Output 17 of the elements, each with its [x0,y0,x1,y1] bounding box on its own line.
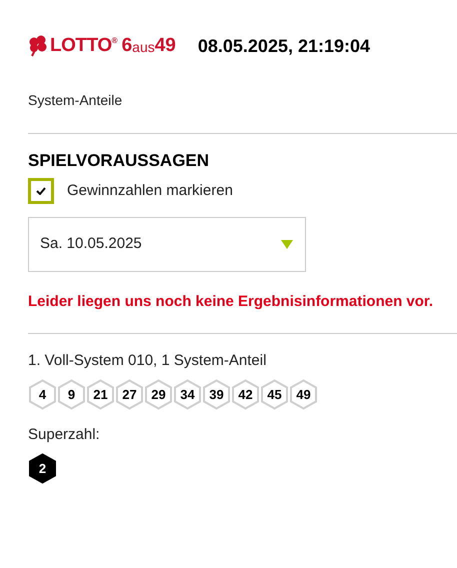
clover-icon [28,35,48,57]
date-dropdown[interactable]: Sa. 10.05.2025 [28,217,306,272]
error-message: Leider liegen uns noch keine Ergebnisinformationen vor. [28,292,434,311]
logo-game-number: 6 [122,35,132,57]
section-heading: SPIELVORAUSSAGEN [28,150,210,170]
date-time: 08.05.2025, 21:19:04 [198,34,370,58]
logo-brand: LOTTO [50,35,112,57]
superzahl-label: Superzahl: [28,425,101,444]
checkbox[interactable] [28,178,54,204]
checkmark-icon [36,187,46,195]
dropdown-arrow-icon [281,240,293,249]
checkbox-label: Gewinnzahlen markieren [67,180,233,201]
logo-game-word: aus [132,38,155,57]
logo-game-max: 49 [154,35,176,57]
section-label: System-Anteile [28,91,124,110]
system-title: 1. Voll-System 010, 1 System-Anteil [28,351,268,370]
registered-mark: ® [112,35,118,47]
